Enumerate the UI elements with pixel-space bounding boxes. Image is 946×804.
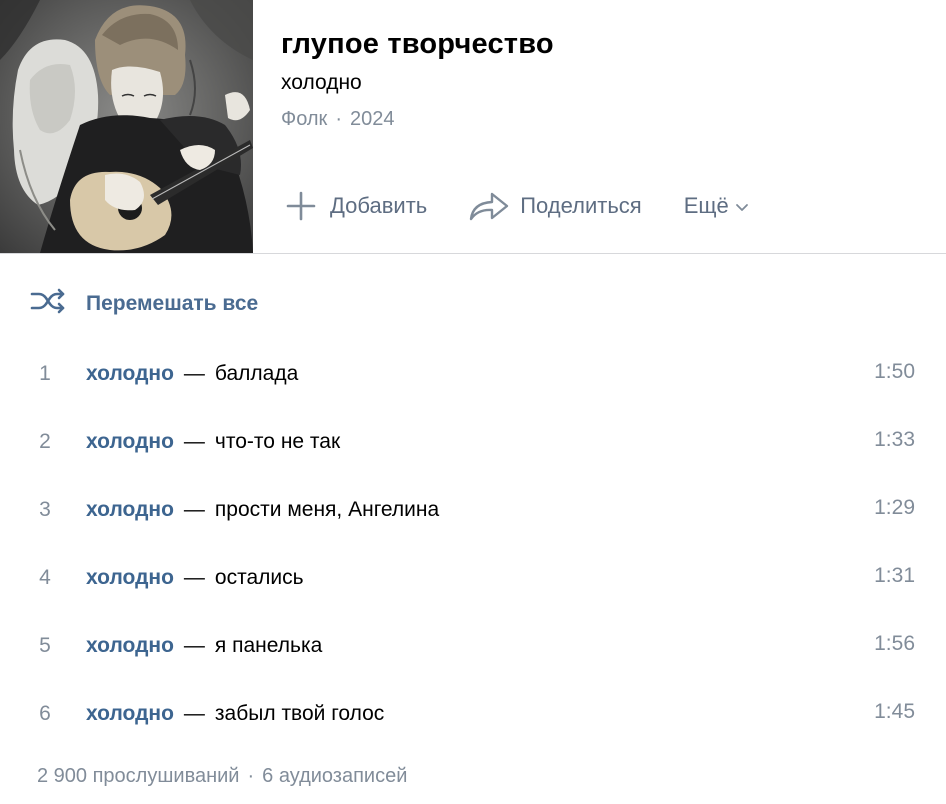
track-artist-link[interactable]: холодно	[86, 430, 174, 453]
shuffle-all-button[interactable]: Перемешать все	[30, 286, 258, 321]
shuffle-icon	[30, 286, 66, 321]
track-number: 4	[39, 566, 51, 589]
track-duration: 1:29	[874, 496, 915, 519]
track-title: баллада	[214, 362, 299, 385]
album-meta: Фолк · 2024	[281, 108, 394, 131]
track-artist-link[interactable]: холодно	[86, 634, 174, 657]
track-duration: 1:31	[874, 564, 915, 587]
track-dash: —	[183, 430, 205, 453]
track-title-line: холодно — я панелька	[86, 634, 322, 658]
track-title: забыл твой голос	[214, 702, 385, 725]
track-number: 5	[39, 634, 51, 657]
track-artist-link[interactable]: холодно	[86, 362, 174, 385]
track-title-line: холодно — прости меня, Ангелина	[86, 498, 439, 522]
shuffle-all-label: Перемешать все	[86, 291, 259, 315]
track-dash: —	[183, 702, 205, 725]
share-button-label: Поделиться	[520, 193, 642, 218]
track-title: остались	[214, 566, 304, 589]
tracks-count: 6 аудиозаписей	[262, 765, 408, 787]
track-number: 6	[39, 702, 51, 725]
header-divider	[0, 253, 946, 254]
track-dash: —	[183, 498, 205, 521]
track-number: 2	[39, 430, 51, 453]
track-row[interactable]: 3 холодно — прости меня, Ангелина 1:29	[0, 476, 946, 544]
track-title: я панелька	[214, 634, 323, 657]
track-dash: —	[183, 362, 205, 385]
track-row[interactable]: 5 холодно — я панелька 1:56	[0, 612, 946, 680]
plus-icon	[284, 189, 318, 223]
stats-separator: ·	[247, 765, 255, 787]
track-duration: 1:50	[874, 360, 915, 383]
album-cover[interactable]	[0, 0, 253, 253]
track-title-line: холодно — остались	[86, 566, 304, 590]
album-artist[interactable]: холодно	[281, 71, 362, 95]
track-row[interactable]: 2 холодно — что-то не так 1:33	[0, 408, 946, 476]
track-artist-link[interactable]: холодно	[86, 498, 174, 521]
track-row[interactable]: 1 холодно — баллада 1:50	[0, 340, 946, 408]
track-title: прости меня, Ангелина	[214, 498, 440, 521]
album-year: 2024	[349, 108, 395, 130]
track-artist-link[interactable]: холодно	[86, 702, 174, 725]
album-title: глупое творчество	[281, 28, 554, 60]
share-button[interactable]: Поделиться	[468, 189, 642, 223]
track-artist-link[interactable]: холодно	[86, 566, 174, 589]
meta-separator: ·	[335, 108, 342, 130]
track-number: 3	[39, 498, 51, 521]
track-list: 1 холодно — баллада 1:50 2 холодно — что-то …	[0, 340, 946, 748]
album-stats: 2 900 прослушиваний · 6 аудиозаписей	[37, 765, 407, 788]
track-title-line: холодно — что-то не так	[86, 430, 340, 454]
track-title-line: холодно — баллада	[86, 362, 298, 386]
chevron-down-icon	[735, 202, 749, 212]
album-header: глупое творчество холодно Фолк · 2024 Доба…	[0, 0, 946, 253]
track-row[interactable]: 6 холодно — забыл твой голос 1:45	[0, 680, 946, 748]
track-row[interactable]: 4 холодно — остались 1:31	[0, 544, 946, 612]
track-dash: —	[183, 634, 205, 657]
track-dash: —	[183, 566, 205, 589]
more-button[interactable]: Ещё	[684, 193, 749, 219]
album-actions: Добавить Поделиться Ещё	[281, 186, 749, 226]
add-button[interactable]: Добавить	[284, 189, 427, 223]
track-title: что-то не так	[214, 430, 341, 453]
add-button-label: Добавить	[330, 193, 428, 218]
cover-illustration	[0, 0, 253, 253]
album-genre[interactable]: Фолк	[281, 108, 327, 130]
share-icon	[468, 189, 510, 223]
more-button-label: Ещё	[683, 193, 729, 218]
listens-count: 2 900 прослушиваний	[37, 765, 240, 787]
track-title-line: холодно — забыл твой голос	[86, 702, 384, 726]
track-duration: 1:45	[874, 700, 915, 723]
track-number: 1	[39, 362, 51, 385]
track-duration: 1:56	[874, 632, 915, 655]
track-duration: 1:33	[874, 428, 915, 451]
